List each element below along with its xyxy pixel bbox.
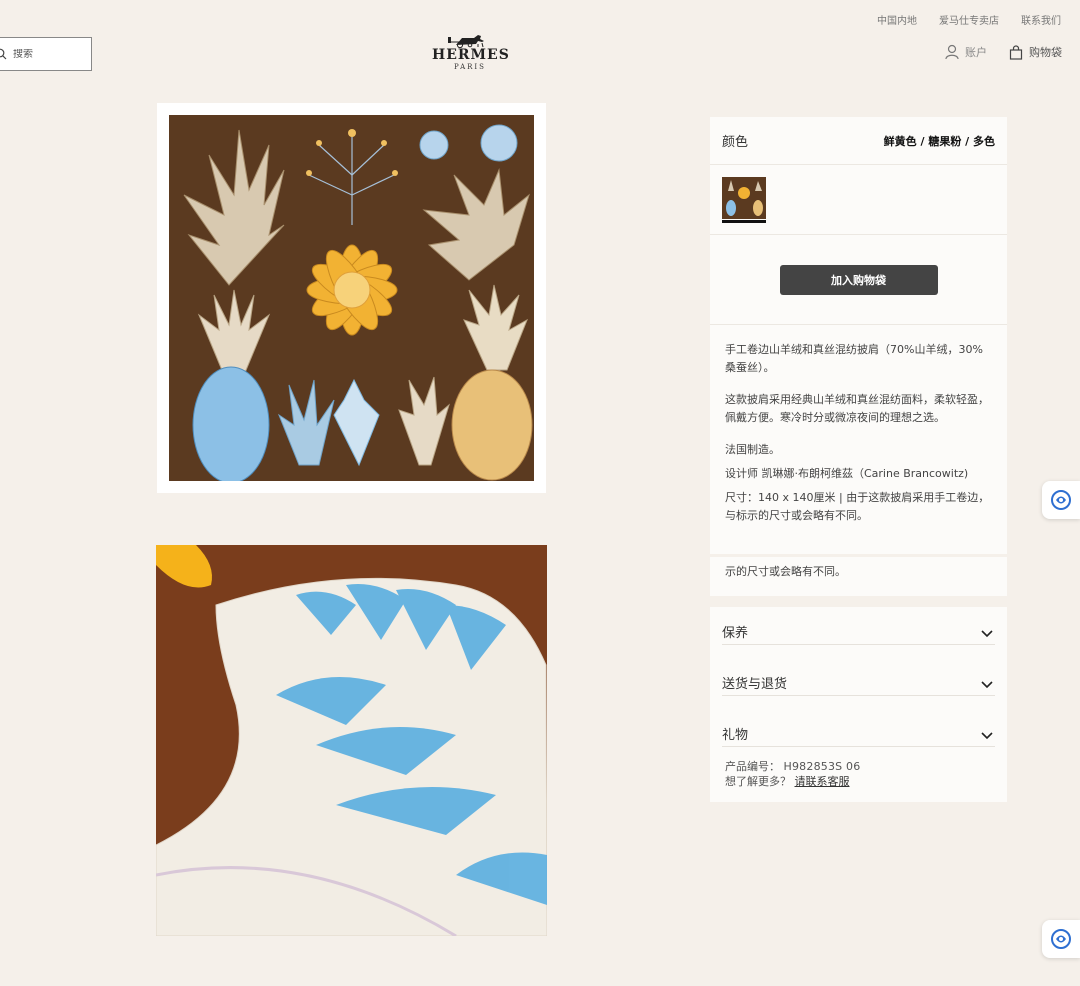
chevron-down-icon (981, 630, 993, 638)
shopping-bag-icon (1009, 44, 1023, 60)
swatch-thumbnail (722, 177, 766, 219)
product-meta: 产品编号： H982853S 06 想了解更多？ 请联系客服 (710, 747, 1007, 789)
hermes-carriage-logo (448, 35, 484, 48)
brand-logo[interactable]: HERMES PARIS (432, 32, 510, 71)
chat-widget-button[interactable] (1042, 481, 1080, 519)
link-region[interactable]: 中国内地 (877, 12, 917, 27)
more-info-label: 想了解更多？ (725, 775, 791, 788)
search-icon (0, 48, 7, 60)
product-code-label: 产品编号： (725, 760, 780, 773)
link-stores[interactable]: 爱马仕专卖店 (939, 12, 999, 27)
search-box[interactable] (0, 37, 92, 71)
scarf-closeup (156, 545, 547, 936)
overflow-text: 示的尺寸或会略有不同。 (725, 565, 846, 578)
description-overflow: 示的尺寸或会略有不同。 (710, 557, 1007, 596)
description-size: 尺寸：140 x 140厘米 | 由于这款披肩采用手工卷边，与标示的尺寸或会略有… (725, 491, 990, 522)
product-purchase-panel: 颜色 鲜黄色 / 糖果粉 / 多色 加入购物袋 手工卷边山羊绒和真丝混纺披肩（7… (710, 117, 1007, 554)
color-label: 颜色 (722, 135, 749, 150)
scarf-print (169, 115, 534, 481)
accordion-care[interactable]: 保养 (722, 607, 995, 645)
account-label: 账户 (965, 46, 987, 59)
swatch-row (710, 165, 1007, 235)
product-image-main[interactable] (157, 103, 546, 493)
link-contact[interactable]: 联系我们 (1021, 12, 1061, 27)
product-info-accordion: 保养 送货与退货 礼物 产品编号： H982853S 06 想了解更多？ 请联系… (710, 607, 1007, 802)
accordion-shipping-title: 送货与退货 (722, 677, 788, 692)
more-info-line: 想了解更多？ 请联系客服 (725, 774, 992, 789)
product-code: H982853S 06 (783, 760, 861, 773)
brand-city: PARIS (454, 63, 486, 71)
accordion-gift-title: 礼物 (722, 728, 749, 743)
bag-link[interactable]: 购物袋 (1009, 44, 1062, 60)
description-detail: 这款披肩采用经典山羊绒和真丝混纺面料，柔软轻盈，佩戴方便。寒冷时分或微凉夜间的理… (725, 393, 989, 424)
top-utility-nav: 中国内地 爱马仕专卖店 联系我们 (877, 12, 1061, 27)
product-image-detail[interactable] (156, 545, 547, 936)
accordion-care-title: 保养 (722, 626, 749, 641)
accordion-gift[interactable]: 礼物 (722, 707, 995, 747)
add-to-bag-button[interactable]: 加入购物袋 (779, 264, 938, 295)
chat-widget-icon (1051, 929, 1071, 949)
color-row: 颜色 鲜黄色 / 糖果粉 / 多色 (710, 117, 1007, 165)
contact-service-link[interactable]: 请联系客服 (795, 775, 850, 788)
description-origin: 法国制造。 (725, 443, 780, 456)
bag-label: 购物袋 (1029, 46, 1062, 59)
brand-name: HERMES (432, 47, 510, 63)
chat-widget-icon (1051, 490, 1071, 510)
account-link[interactable]: 账户 (945, 44, 987, 60)
add-to-bag-row: 加入购物袋 (710, 235, 1007, 325)
chat-widget-button-2[interactable] (1042, 920, 1080, 958)
chevron-down-icon (981, 681, 993, 689)
product-code-line: 产品编号： H982853S 06 (725, 759, 992, 774)
search-input[interactable] (13, 48, 83, 60)
chevron-down-icon (981, 732, 993, 740)
color-value: 鲜黄色 / 糖果粉 / 多色 (883, 134, 995, 148)
accordion-shipping[interactable]: 送货与退货 (722, 656, 995, 696)
user-nav: 账户 购物袋 (945, 44, 1062, 60)
color-swatch-selected[interactable] (722, 175, 766, 223)
account-icon (945, 44, 959, 60)
product-description: 手工卷边山羊绒和真丝混纺披肩（70%山羊绒，30%桑蚕丝）。 这款披肩采用经典山… (710, 325, 1007, 525)
description-designer: 设计师 凯琳娜·布朗柯维茲（Carine Brancowitz) (725, 467, 969, 480)
description-material: 手工卷边山羊绒和真丝混纺披肩（70%山羊绒，30%桑蚕丝）。 (725, 343, 983, 374)
